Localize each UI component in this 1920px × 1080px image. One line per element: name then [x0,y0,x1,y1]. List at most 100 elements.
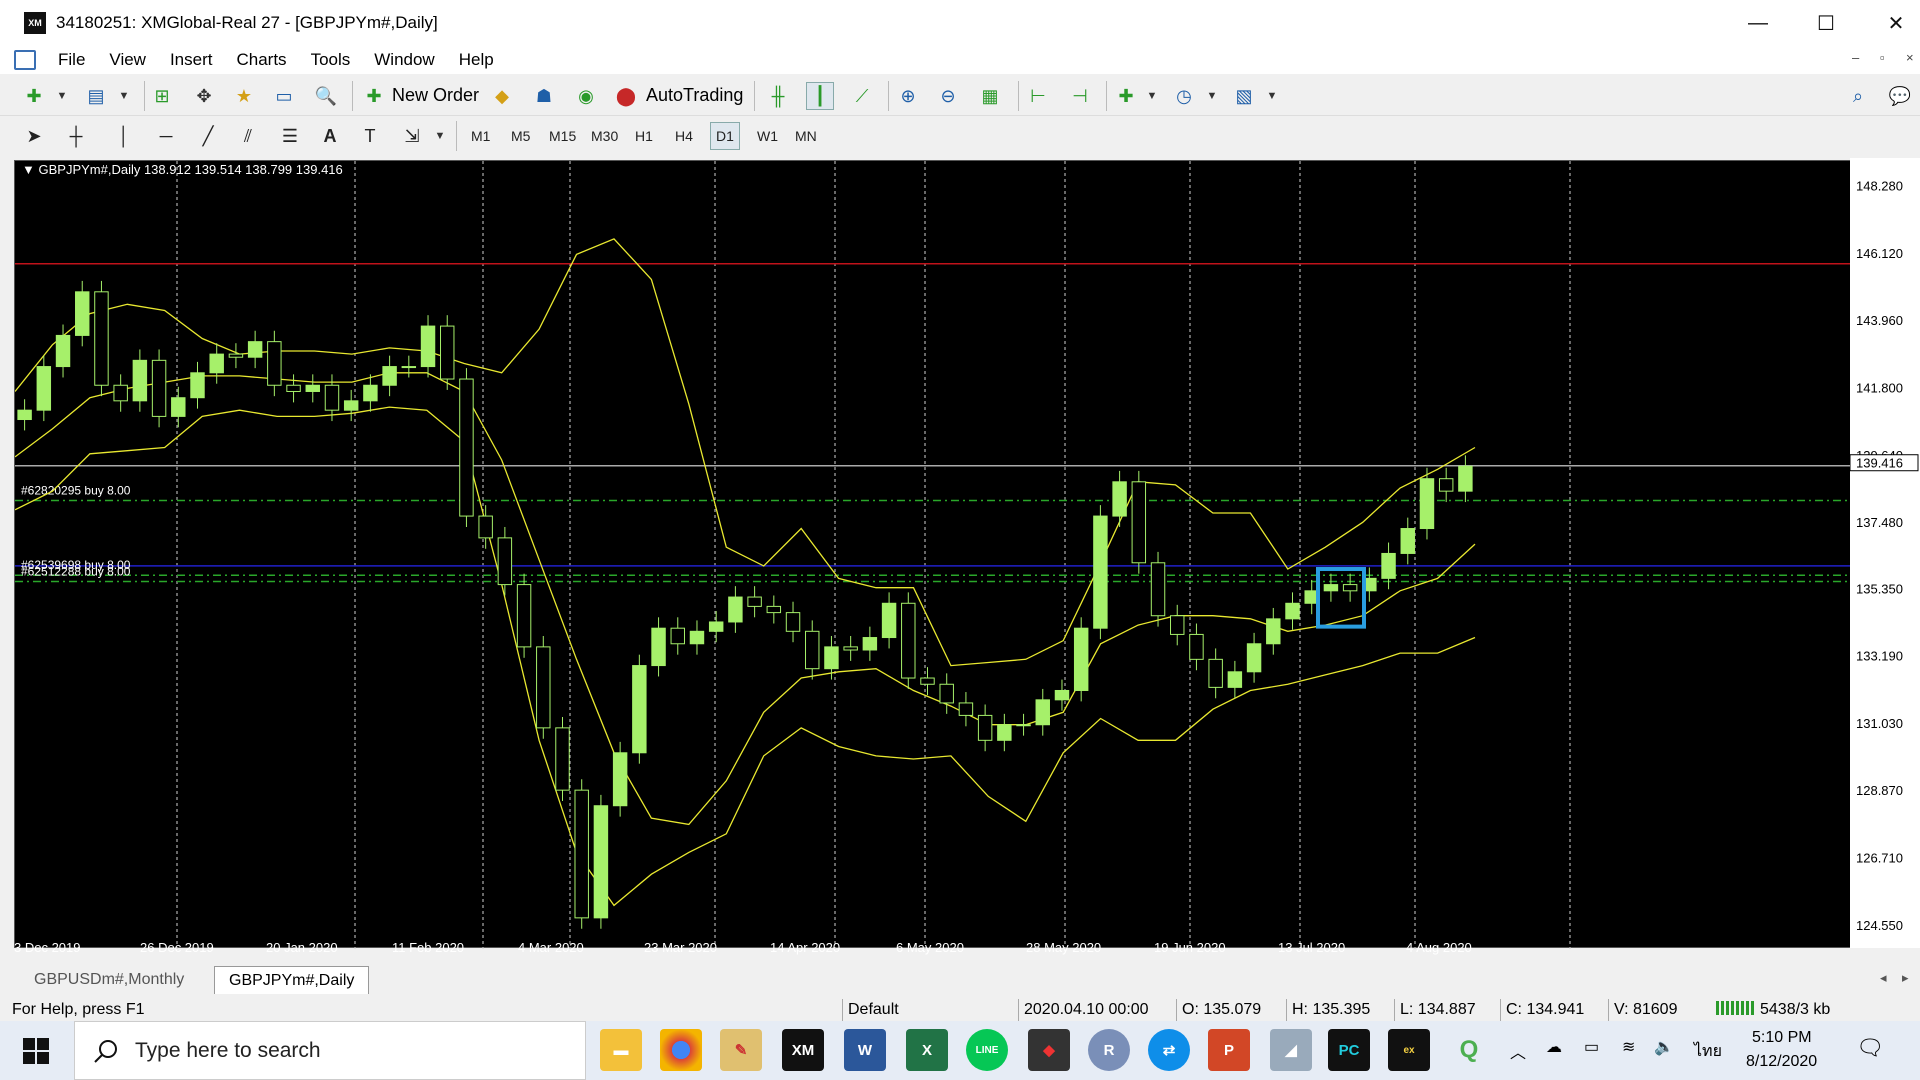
cursor-icon[interactable]: ➤ [20,122,48,150]
tab-scroll-left-icon[interactable]: ◂ [1880,970,1887,986]
menu-window[interactable]: Window [362,50,446,70]
powerpoint-icon[interactable]: P [1208,1029,1250,1071]
tile-windows-icon[interactable]: ▦ [976,82,1004,110]
battery-icon[interactable]: ▭ [1584,1037,1599,1057]
vertical-line-icon[interactable]: │ [110,122,138,150]
trendline-icon[interactable]: ╱ [194,122,222,150]
zoom-out-icon[interactable]: ⊖ [934,82,962,110]
start-button[interactable] [0,1021,72,1080]
minimize-button[interactable]: — [1728,0,1788,46]
fibonacci-icon[interactable]: ☰ [276,122,304,150]
periods-dropdown-icon[interactable]: ▼ [1198,82,1226,110]
excel-icon[interactable]: X [906,1029,948,1071]
chart-canvas[interactable]: #62820295 buy 8.00#62539698 buy 8.00#625… [15,161,1908,949]
zoom-in-icon[interactable]: ⊕ [894,82,922,110]
arrows-dropdown-icon[interactable]: ▼ [426,122,454,150]
new-order-button[interactable]: New Order [392,85,479,106]
navigator-icon[interactable]: ★ [230,82,258,110]
qgis-icon[interactable]: Q [1448,1029,1490,1071]
equidistant-channel-icon[interactable]: ⫽ [234,122,262,150]
autotrading-icon[interactable]: ⬤ [612,82,640,110]
menu-help[interactable]: Help [447,50,506,70]
new-chart-icon[interactable]: ✚ [20,82,48,110]
timeframe-m5[interactable]: M5 [506,122,535,150]
menu-file[interactable]: File [46,50,97,70]
indicators-dropdown-icon[interactable]: ▼ [1138,82,1166,110]
price-chart[interactable]: #62820295 buy 8.00 #62539698 buy 8.00 #625… [14,160,1908,949]
templates-icon[interactable]: ▧ [1230,82,1258,110]
candle [939,673,954,714]
toolbar-separator [1018,81,1019,111]
timeframe-h1[interactable]: H1 [630,122,658,150]
mdi-close-button[interactable]: × [1906,50,1914,65]
new-chart-dropdown-icon[interactable]: ▼ [48,82,76,110]
exness-icon[interactable]: ex [1388,1029,1430,1071]
clock-date[interactable]: 8/12/2020 [1746,1053,1817,1071]
search-toolbar-icon[interactable]: ⌕ [1844,82,1872,110]
bar-chart-icon[interactable]: ╫ [764,82,792,110]
chrome-icon[interactable] [660,1029,702,1071]
ea-app-icon[interactable]: ◆ [1028,1029,1070,1071]
tab-gbpjpy-daily[interactable]: GBPJPYm#,Daily [214,966,370,994]
volume-icon[interactable]: 🔈 [1654,1037,1674,1057]
metaeditor-icon[interactable]: ◆ [488,82,516,110]
tray-chevron-icon[interactable]: ︿ [1510,1039,1526,1063]
market-watch-icon[interactable]: ⊞ [148,82,176,110]
data-window-icon[interactable]: ✥ [190,82,218,110]
timeframe-m1[interactable]: M1 [466,122,495,150]
line-app-icon[interactable]: LINE [966,1029,1008,1071]
tool-app-icon[interactable]: ◢ [1270,1029,1312,1071]
autoscroll-icon[interactable]: ⊣ [1066,82,1094,110]
text-label-icon[interactable]: T [356,122,384,150]
signals-icon[interactable]: ◉ [572,82,600,110]
timeframe-h4[interactable]: H4 [670,122,698,150]
timeframe-mn[interactable]: MN [790,122,822,150]
timeframe-w1[interactable]: W1 [752,122,783,150]
terminal-icon[interactable]: ▭ [270,82,298,110]
date-tick-label: 23 Mar 2020 [644,940,717,955]
autotrading-button[interactable]: AutoTrading [646,85,743,106]
profiles-icon[interactable]: ▤ [82,82,110,110]
language-indicator[interactable]: ไทย [1694,1039,1722,1064]
xm-app-icon[interactable]: XM [782,1029,824,1071]
arrows-icon[interactable]: ⇲ [398,122,426,150]
tab-scroll-right-icon[interactable]: ▸ [1902,970,1909,986]
word-icon[interactable]: W [844,1029,886,1071]
candlestick-chart-icon[interactable]: ┃ [806,82,834,110]
templates-dropdown-icon[interactable]: ▼ [1258,82,1286,110]
tab-gbpusd-monthly[interactable]: GBPUSDm#,Monthly [20,966,198,994]
mdi-minimize-button[interactable]: – [1852,50,1859,65]
profiles-dropdown-icon[interactable]: ▼ [110,82,138,110]
r-app-icon[interactable]: R [1088,1029,1130,1071]
maximize-button[interactable]: ☐ [1796,0,1856,46]
file-explorer-icon[interactable]: ▬ [600,1029,642,1071]
clock-time[interactable]: 5:10 PM [1752,1029,1812,1047]
text-tool-icon[interactable]: A [316,122,344,150]
mdi-restore-button[interactable]: ▫ [1880,50,1885,65]
timeframe-d1[interactable]: D1 [710,122,740,150]
chart-shift-icon[interactable]: ⊢ [1024,82,1052,110]
chat-icon[interactable]: 💬 [1886,82,1914,110]
strategy-tester-icon[interactable]: 🔍 [312,82,340,110]
menu-view[interactable]: View [97,50,158,70]
menu-insert[interactable]: Insert [158,50,225,70]
menu-tools[interactable]: Tools [299,50,363,70]
periods-icon[interactable]: ◷ [1170,82,1198,110]
crosshair-icon[interactable]: ┼ [62,122,90,150]
timeframe-m30[interactable]: M30 [586,122,623,150]
taskbar-search-box[interactable]: Type here to search [74,1021,586,1080]
pycharm-icon[interactable]: PC [1328,1029,1370,1071]
close-button[interactable]: ✕ [1866,0,1920,46]
line-chart-icon[interactable]: ⟋ [848,82,876,110]
paint-icon[interactable]: ✎ [720,1029,762,1071]
community-icon[interactable]: ☗ [530,82,558,110]
wifi-icon[interactable]: ≋ [1622,1037,1635,1057]
onedrive-icon[interactable]: ☁ [1546,1037,1562,1057]
new-order-icon[interactable]: ✚ [360,82,388,110]
teamviewer-icon[interactable]: ⇄ [1148,1029,1190,1071]
menu-charts[interactable]: Charts [224,50,298,70]
timeframe-m15[interactable]: M15 [544,122,581,150]
indicators-icon[interactable]: ✚ [1112,82,1140,110]
horizontal-line-icon[interactable]: ─ [152,122,180,150]
notifications-icon[interactable]: 🗨 [1856,1035,1884,1061]
